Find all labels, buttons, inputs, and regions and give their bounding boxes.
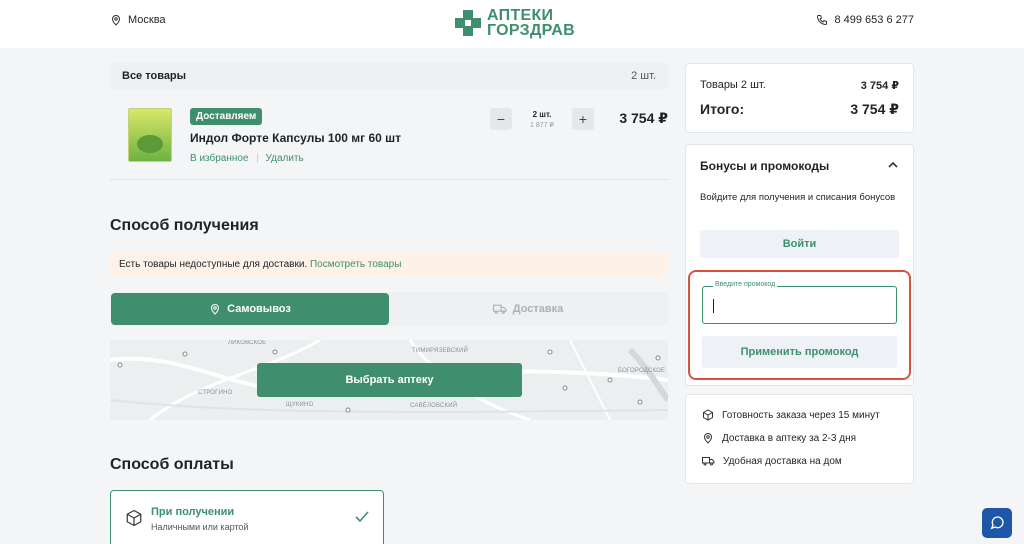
- chevron-up-icon[interactable]: [887, 159, 899, 171]
- promo-code-placeholder: Введите промокод: [713, 281, 778, 288]
- login-button[interactable]: Войти: [700, 230, 899, 258]
- quantity-stepper: − 2 шт. 1 877 ₽ +: [490, 108, 594, 130]
- choose-pharmacy-button[interactable]: Выбрать аптеку: [257, 363, 522, 397]
- items-value: 3 754 ₽: [860, 80, 899, 92]
- payment-option-title: При получении: [151, 506, 235, 518]
- box-icon: [703, 409, 713, 421]
- logo[interactable]: АПТЕКИ ГОРЗДРАВ: [455, 7, 575, 39]
- text-caret: [713, 299, 714, 313]
- truck-icon: [702, 457, 715, 466]
- location-pin-icon: [703, 433, 713, 444]
- pharmacy-map[interactable]: ЛИКОВСКОЕ ТИМИРЯЗЕВСКИЙ СТРОГИНО ЩУКИНО …: [110, 340, 668, 420]
- courier-option[interactable]: Доставка: [389, 293, 667, 325]
- delivery-info-card: Готовность заказа через 15 минут Доставк…: [685, 394, 914, 484]
- promo-highlight-frame: Введите промокод Применить промокод: [688, 270, 911, 380]
- info-pharmacy-text: Доставка в аптеку за 2-3 дня: [722, 432, 857, 444]
- payment-option-subtitle: Наличными или картой: [151, 522, 249, 532]
- info-home-text: Удобная доставка на дом: [723, 455, 842, 467]
- courier-label: Доставка: [512, 303, 564, 315]
- info-pharmacy-line: Доставка в аптеку за 2-3 дня: [702, 432, 856, 444]
- quantity-value: 2 шт.: [532, 109, 552, 119]
- map-label: САВЁЛОВСКИЙ: [410, 403, 458, 409]
- phone-number: 8 499 653 6 277: [834, 14, 914, 26]
- items-label: Товары 2 шт.: [700, 79, 766, 91]
- payment-section-title: Способ оплаты: [110, 456, 234, 473]
- logo-cross-icon: [455, 10, 481, 36]
- increase-qty-button[interactable]: +: [572, 108, 594, 130]
- phone-link[interactable]: 8 499 653 6 277: [816, 14, 914, 26]
- cart-item: Доставляем Индол Форте Капсулы 100 мг 60…: [110, 96, 668, 180]
- logo-line1: АПТЕКИ: [487, 7, 554, 24]
- site-header: Москва АПТЕКИ ГОРЗДРАВ 8 499 653 6 277: [0, 0, 1024, 48]
- delivery-badge: Доставляем: [190, 108, 263, 125]
- map-label: ЛИКОВСКОЕ: [228, 340, 267, 346]
- pickup-label: Самовывоз: [227, 303, 291, 315]
- cart-header: Все товары 2 шт.: [110, 62, 668, 90]
- total-label: Итого:: [700, 101, 745, 117]
- map-label: СТРОГИНО: [198, 390, 233, 396]
- cart-count: 2 шт.: [631, 70, 656, 82]
- cart-title: Все товары: [122, 70, 187, 82]
- logo-line2: ГОРЗДРАВ: [487, 22, 575, 39]
- unit-price: 1 877 ₽: [530, 121, 554, 129]
- decrease-qty-button[interactable]: −: [490, 108, 512, 130]
- delivery-section-title: Способ получения: [110, 217, 259, 234]
- info-home-line: Удобная доставка на дом: [702, 455, 842, 467]
- box-icon: [126, 509, 142, 527]
- city-selector[interactable]: Москва: [110, 14, 166, 26]
- payment-option-on-receipt[interactable]: При получении Наличными или картой: [110, 490, 384, 544]
- delete-item-link[interactable]: Удалить: [266, 153, 304, 164]
- truck-icon: [492, 304, 507, 314]
- apply-promo-button[interactable]: Применить промокод: [702, 336, 897, 368]
- chat-button[interactable]: [982, 508, 1012, 538]
- bonus-header[interactable]: Бонусы и промокоды: [700, 159, 899, 173]
- delivery-method-toggle: Самовывоз Доставка: [110, 292, 668, 326]
- location-pin-icon: [111, 15, 121, 26]
- item-total-price: 3 754 ₽: [619, 110, 668, 126]
- map-label: БОГОРОДСКОЕ: [618, 368, 666, 374]
- bonus-description: Войдите для получения и списания бонусов: [700, 192, 896, 203]
- product-image[interactable]: [128, 108, 172, 162]
- info-ready-text: Готовность заказа через 15 минут: [722, 409, 880, 421]
- map-label: ЩУКИНО: [286, 402, 314, 408]
- view-items-link[interactable]: Посмотреть товары: [310, 259, 401, 270]
- unavailable-notice: Есть товары недоступные для доставки. По…: [110, 252, 668, 278]
- total-value: 3 754 ₽: [850, 101, 899, 117]
- chat-icon: [990, 516, 1004, 530]
- check-icon: [355, 511, 369, 523]
- add-to-favorites-link[interactable]: В избранное: [190, 153, 249, 164]
- promo-code-input[interactable]: Введите промокод: [702, 281, 897, 324]
- pickup-option[interactable]: Самовывоз: [111, 293, 389, 325]
- bonus-promo-card: Бонусы и промокоды Войдите для получения…: [685, 144, 914, 386]
- location-pin-icon: [211, 304, 220, 315]
- phone-icon: [817, 15, 828, 26]
- city-name: Москва: [128, 14, 166, 26]
- notice-text: Есть товары недоступные для доставки.: [119, 259, 308, 270]
- product-name[interactable]: Индол Форте Капсулы 100 мг 60 шт: [190, 131, 401, 145]
- divider: [256, 153, 258, 163]
- map-label: ТИМИРЯЗЕВСКИЙ: [412, 348, 468, 354]
- info-ready-line: Готовность заказа через 15 минут: [702, 409, 880, 421]
- bonus-title: Бонусы и промокоды: [700, 159, 830, 173]
- order-summary-card: Товары 2 шт. 3 754 ₽ Итого: 3 754 ₽: [685, 63, 914, 133]
